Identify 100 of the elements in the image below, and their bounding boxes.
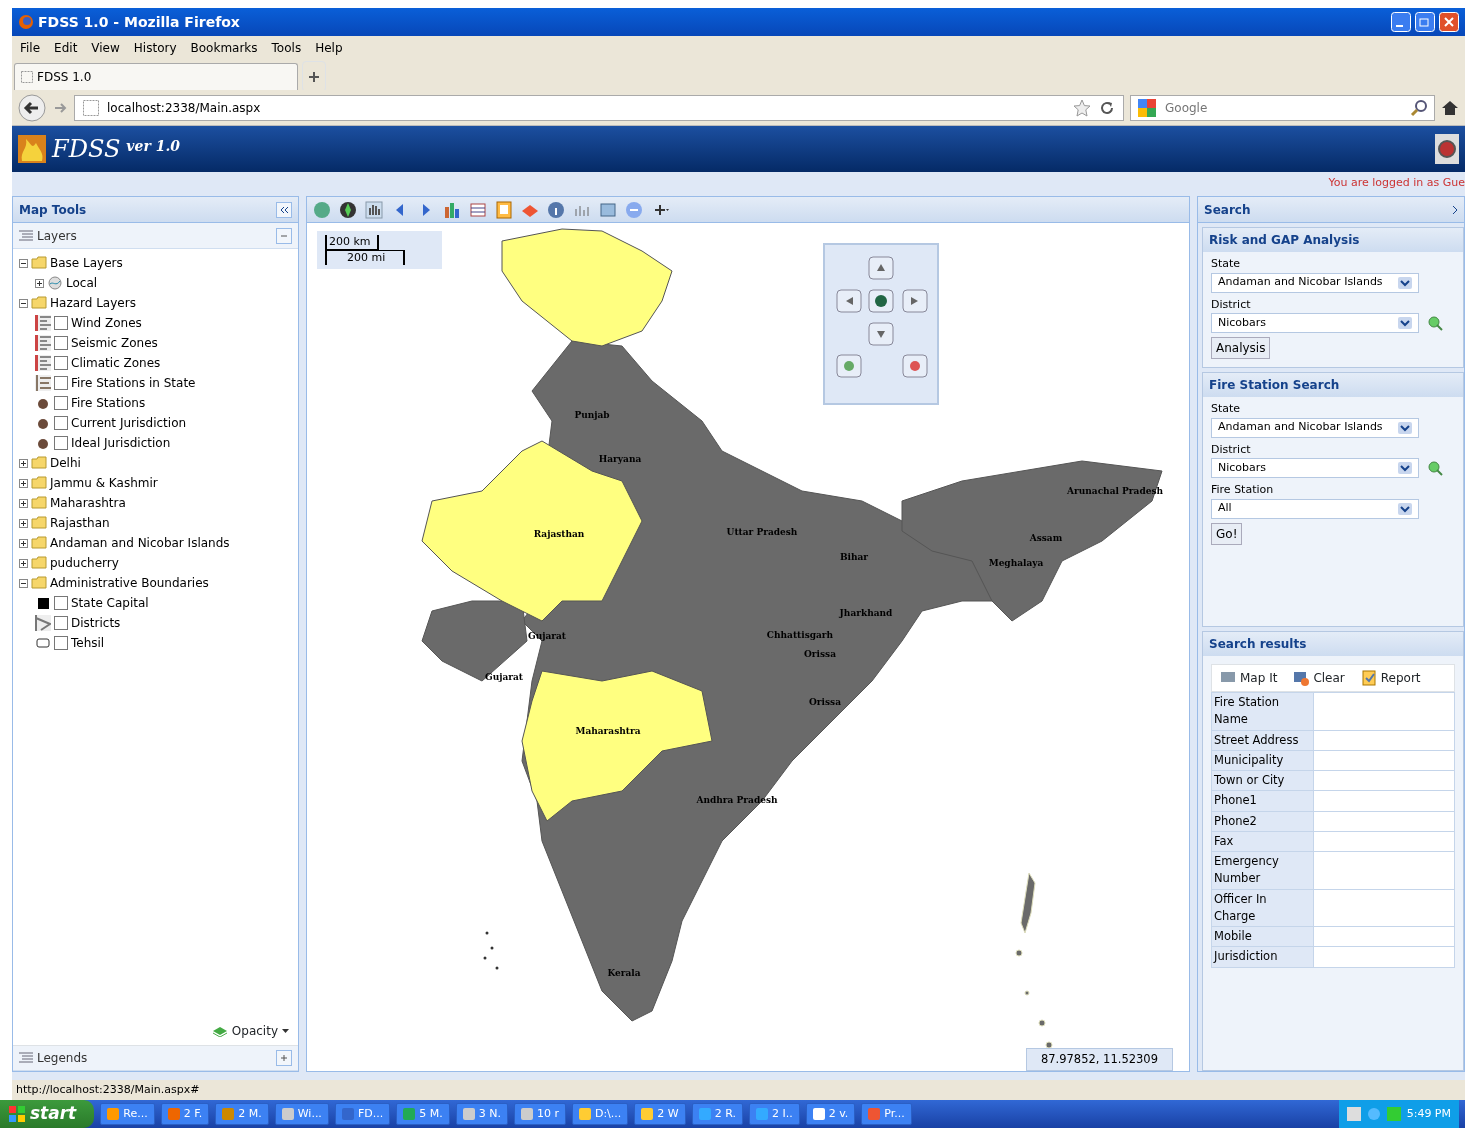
- tree-item-label[interactable]: Fire Stations: [71, 394, 146, 412]
- menu-item[interactable]: Bookmarks: [190, 39, 258, 57]
- dropdown[interactable]: Andaman and Nicobar Islands: [1211, 417, 1419, 438]
- taskbar-button[interactable]: 2 M.: [215, 1103, 269, 1125]
- taskbar-button[interactable]: 10 r: [513, 1103, 566, 1125]
- tree-item-label[interactable]: Local: [66, 274, 98, 292]
- tree-item-label[interactable]: Tehsil: [71, 634, 105, 652]
- expand-button[interactable]: [276, 1050, 292, 1066]
- collapse-toggle[interactable]: [19, 578, 28, 588]
- reload-icon[interactable]: [1099, 99, 1115, 116]
- tree-item-label[interactable]: Seismic Zones: [71, 334, 158, 352]
- menu-item[interactable]: File: [20, 39, 41, 57]
- expand-toggle[interactable]: [19, 538, 28, 548]
- taskbar-button[interactable]: 2 v.: [805, 1103, 856, 1125]
- search-icon[interactable]: [1427, 460, 1443, 476]
- home-icon[interactable]: [1441, 98, 1459, 117]
- taskbar-button[interactable]: 2 R.: [691, 1103, 743, 1125]
- analysis-button[interactable]: Analysis: [1211, 337, 1271, 359]
- opacity-button[interactable]: Opacity: [210, 1021, 290, 1041]
- minimize-icon[interactable]: [1391, 12, 1411, 32]
- tree-item-label[interactable]: Jammu & Kashmir: [50, 474, 158, 492]
- taskbar-button[interactable]: 2 I..: [748, 1103, 800, 1125]
- tree-item-label[interactable]: Hazard Layers: [50, 294, 136, 312]
- dropdown[interactable]: Nicobars: [1211, 313, 1419, 333]
- zoom-out-icon[interactable]: [625, 200, 643, 219]
- checkbox[interactable]: [54, 336, 68, 350]
- taskbar-button[interactable]: 3 N.: [455, 1103, 508, 1125]
- tree-item-label[interactable]: Andaman and Nicobar Islands: [50, 534, 230, 552]
- tree-item-label[interactable]: Administrative Boundaries: [50, 574, 209, 592]
- expand-toggle[interactable]: [19, 458, 28, 468]
- tree-item-label[interactable]: Rajasthan: [50, 514, 110, 532]
- star-icon[interactable]: [1073, 98, 1091, 117]
- tree-item-label[interactable]: Wind Zones: [71, 314, 142, 332]
- restore-icon[interactable]: [1415, 12, 1435, 32]
- double-chevron-icon: [279, 205, 289, 214]
- tree-item-label[interactable]: Maharashtra: [50, 494, 126, 512]
- section-title: Legends: [37, 1050, 88, 1067]
- table-icon[interactable]: [469, 200, 487, 219]
- expand-toggle[interactable]: [19, 518, 28, 528]
- checkbox[interactable]: [54, 636, 68, 650]
- info-icon[interactable]: [547, 200, 565, 219]
- back-icon[interactable]: [18, 93, 46, 122]
- tree-item-label[interactable]: State Capital: [71, 594, 149, 612]
- close-icon[interactable]: [1439, 12, 1459, 32]
- toolbar-button[interactable]: Clear: [1293, 669, 1345, 687]
- taskbar-button[interactable]: 5 M.: [396, 1103, 450, 1125]
- expand-toggle[interactable]: [35, 278, 44, 288]
- checkbox[interactable]: [54, 616, 68, 630]
- tree-item-label[interactable]: Climatic Zones: [71, 354, 161, 372]
- tree-item-label[interactable]: Fire Stations in State: [71, 374, 196, 392]
- expand-toggle[interactable]: [19, 558, 28, 568]
- taskbar-button[interactable]: Wi...: [274, 1103, 329, 1125]
- checkbox[interactable]: [54, 596, 68, 610]
- taskbar-button[interactable]: Re...: [100, 1103, 155, 1125]
- start-button[interactable]: start: [0, 1100, 95, 1128]
- search-field[interactable]: Google: [1130, 94, 1435, 121]
- menu-item[interactable]: View: [91, 39, 120, 57]
- search-icon[interactable]: [1410, 98, 1428, 117]
- search-icon[interactable]: [1427, 315, 1443, 331]
- collapse-toggle[interactable]: [19, 258, 28, 268]
- collapse-button[interactable]: [276, 201, 292, 218]
- collapse-toggle[interactable]: [19, 298, 28, 308]
- collapse-icon[interactable]: [1452, 204, 1458, 215]
- checkbox[interactable]: [54, 356, 68, 370]
- menu-item[interactable]: Tools: [271, 39, 302, 57]
- taskbar-button[interactable]: 2 W: [634, 1103, 686, 1125]
- checkbox[interactable]: [54, 436, 68, 450]
- toolbar-button[interactable]: Report: [1360, 669, 1421, 687]
- window-icon[interactable]: [599, 200, 617, 219]
- checkbox[interactable]: [54, 396, 68, 410]
- tree-item-label[interactable]: Base Layers: [50, 254, 123, 272]
- dropdown[interactable]: All: [1211, 498, 1419, 519]
- go-button[interactable]: Go!: [1211, 522, 1243, 545]
- map-label: Meghalaya: [988, 557, 1044, 571]
- taskbar-button[interactable]: D:\...: [571, 1103, 629, 1125]
- tree-item-label[interactable]: puducherry: [50, 554, 119, 572]
- address-field[interactable]: localhost:2338/Main.aspx: [74, 94, 1124, 121]
- checkbox[interactable]: [54, 416, 68, 430]
- expand-toggle[interactable]: [19, 478, 28, 488]
- checkbox[interactable]: [54, 316, 68, 330]
- taskbar-button[interactable]: FD...: [334, 1103, 391, 1125]
- menu-item[interactable]: Edit: [54, 39, 78, 57]
- expand-toggle[interactable]: [19, 498, 28, 508]
- menu-item[interactable]: Help: [315, 39, 343, 57]
- tree-item-label[interactable]: Districts: [71, 614, 121, 632]
- globe-icon[interactable]: [313, 200, 331, 219]
- tree-item-label[interactable]: Current Jurisdiction: [71, 414, 187, 432]
- checkbox[interactable]: [54, 376, 68, 390]
- browser-tab[interactable]: FDSS 1.0: [14, 62, 298, 90]
- chart-icon[interactable]: [443, 200, 461, 219]
- tree-item-label[interactable]: Ideal Jurisdiction: [71, 434, 171, 452]
- toolbar-button[interactable]: Map It: [1220, 669, 1278, 687]
- taskbar-button[interactable]: Pr...: [861, 1103, 912, 1125]
- document-icon[interactable]: [495, 200, 513, 219]
- menu-item[interactable]: History: [133, 39, 177, 57]
- dropdown[interactable]: Andaman and Nicobar Islands: [1211, 272, 1419, 293]
- compass-icon[interactable]: [339, 200, 357, 219]
- tree-item-label[interactable]: Delhi: [50, 454, 81, 472]
- dropdown[interactable]: Nicobars: [1211, 458, 1419, 478]
- taskbar-button[interactable]: 2 F.: [160, 1103, 210, 1125]
